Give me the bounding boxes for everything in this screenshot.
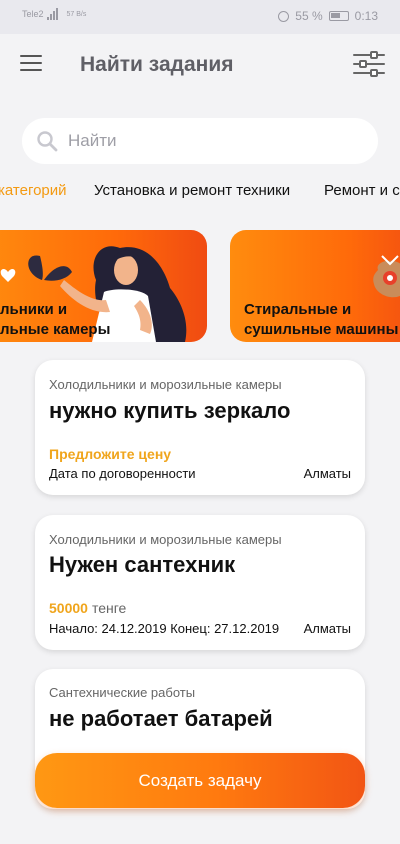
header: Найти задания bbox=[0, 34, 400, 98]
task-price: 50000 тенге bbox=[49, 600, 126, 616]
category-banners: льники и льные камеры Стиральные и сушил… bbox=[0, 230, 400, 342]
search-icon bbox=[37, 131, 58, 152]
create-task-button[interactable]: Создать задачу bbox=[35, 753, 365, 808]
battery-percent: 55 % bbox=[295, 9, 323, 23]
task-category: Холодильники и морозильные камеры bbox=[49, 377, 282, 392]
carrier-label: Tele2 bbox=[22, 8, 44, 19]
task-price-amount: 50000 bbox=[49, 600, 88, 616]
task-price: Предложите цену bbox=[49, 446, 172, 462]
banner-washers[interactable]: Стиральные и сушильные машины bbox=[230, 230, 400, 342]
task-dates: Начало: 24.12.2019 Конец: 27.12.2019 bbox=[49, 621, 280, 636]
hamburger-menu-icon[interactable] bbox=[20, 55, 42, 73]
banner-fridges[interactable]: льники и льные камеры bbox=[0, 230, 207, 342]
banner-washers-title: Стиральные и сушильные машины bbox=[244, 301, 399, 338]
status-bar: Tele2 57 B/s 55 % 0:13 bbox=[0, 0, 400, 34]
filter-settings-icon[interactable] bbox=[352, 50, 386, 78]
alarm-clock-icon bbox=[278, 10, 290, 22]
task-category: Сантехнические работы bbox=[49, 685, 196, 700]
task-city: Алматы bbox=[303, 466, 351, 481]
network-speed: 57 B/s bbox=[66, 10, 87, 18]
signal-icon bbox=[46, 8, 58, 20]
task-title: не работает батарей bbox=[49, 706, 273, 731]
status-left: Tele2 57 B/s bbox=[22, 8, 86, 20]
tab-appliance-repair[interactable]: Установка и ремонт техники bbox=[94, 182, 290, 199]
task-dates: Дата по договоренности bbox=[49, 466, 196, 481]
task-city: Алматы bbox=[303, 621, 351, 636]
category-tabs: категорий Установка и ремонт техники Рем… bbox=[0, 180, 400, 204]
tab-repair[interactable]: Ремонт и с bbox=[324, 182, 400, 199]
tab-all-categories[interactable]: категорий bbox=[0, 182, 67, 199]
task-card[interactable]: Холодильники и морозильные камеры Нужен … bbox=[35, 515, 365, 650]
task-title: Нужен сантехник bbox=[49, 552, 236, 577]
status-time: 0:13 bbox=[354, 9, 378, 23]
task-category: Холодильники и морозильные камеры bbox=[49, 532, 282, 547]
task-card[interactable]: Холодильники и морозильные камеры нужно … bbox=[35, 360, 365, 495]
task-price-unit: тенге bbox=[91, 600, 127, 616]
banner-fridges-title: льники и льные камеры bbox=[0, 301, 111, 338]
search-input[interactable] bbox=[68, 118, 358, 164]
status-right: 55 % 0:13 bbox=[278, 9, 378, 23]
search-bar[interactable] bbox=[22, 118, 378, 164]
task-title: нужно купить зеркало bbox=[49, 398, 291, 423]
battery-icon bbox=[328, 11, 349, 21]
page-title: Найти задания bbox=[80, 53, 234, 76]
